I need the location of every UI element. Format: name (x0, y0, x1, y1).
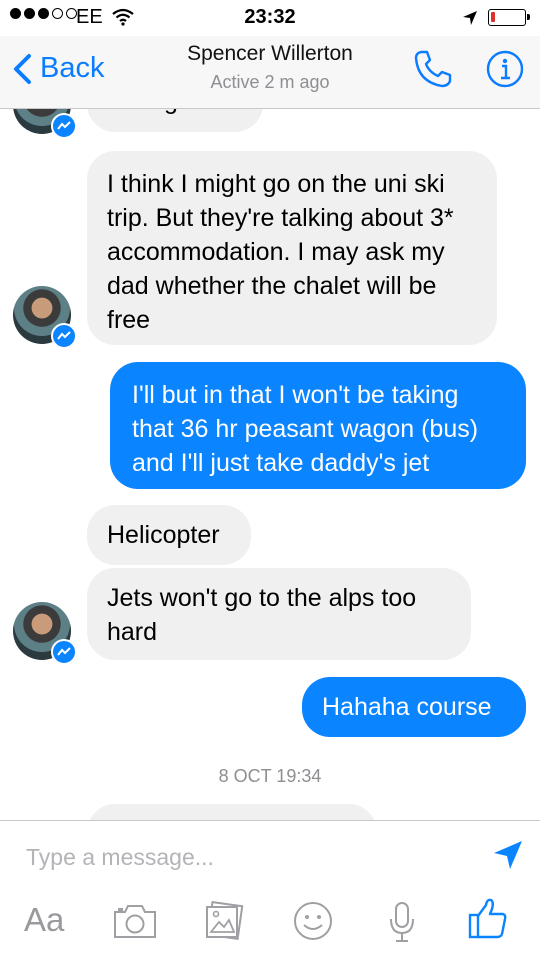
message-thread[interactable]: Thought so I think I might go on the uni… (0, 0, 540, 960)
contact-name: Spencer Willerton (187, 42, 353, 65)
messenger-badge-icon (51, 639, 77, 665)
send-button[interactable] (492, 839, 524, 876)
emoji-icon (294, 902, 332, 940)
message-text: Hahaha course (322, 693, 492, 721)
message-bubble[interactable]: Hahaha course (302, 677, 526, 737)
like-icon (468, 898, 507, 939)
message-text: I think I might go on the uni ski trip. … (107, 170, 454, 334)
photo-button[interactable] (204, 900, 244, 946)
camera-button[interactable] (113, 903, 157, 944)
contact-title[interactable]: Spencer Willerton Active 2 m ago (0, 42, 540, 93)
message-text: I'll but in that I won't be taking that … (132, 381, 479, 477)
microphone-icon (390, 902, 414, 942)
emoji-button[interactable] (293, 901, 333, 946)
message-bubble[interactable]: Jets won't go to the alps too hard (87, 568, 471, 660)
camera-icon (114, 905, 156, 938)
call-button[interactable] (412, 48, 454, 95)
text-format-button[interactable]: Aa (24, 901, 64, 939)
composer: Aa (0, 820, 540, 961)
composer-toolbar: Aa (0, 898, 540, 951)
message-input[interactable] (26, 839, 466, 875)
conversation-header: Back Spencer Willerton Active 2 m ago (0, 36, 540, 109)
phone-icon (414, 50, 452, 88)
info-icon (486, 50, 524, 88)
info-button[interactable] (486, 50, 524, 93)
message-bubble[interactable]: I think I might go on the uni ski trip. … (87, 151, 497, 345)
like-button[interactable] (468, 897, 508, 944)
active-status: Active 2 m ago (210, 72, 330, 92)
photo-icon (206, 900, 244, 941)
message-text: Jets won't go to the alps too hard (107, 584, 417, 646)
message-text: Helicopter (107, 521, 220, 549)
messenger-badge-icon (51, 113, 77, 139)
microphone-button[interactable] (388, 901, 416, 948)
message-bubble[interactable]: Helicopter (87, 505, 251, 565)
send-icon (494, 841, 522, 869)
date-separator: 8 OCT 19:34 (218, 766, 322, 786)
message-bubble[interactable]: I'll but in that I won't be taking that … (110, 362, 526, 489)
messenger-badge-icon (51, 323, 77, 349)
